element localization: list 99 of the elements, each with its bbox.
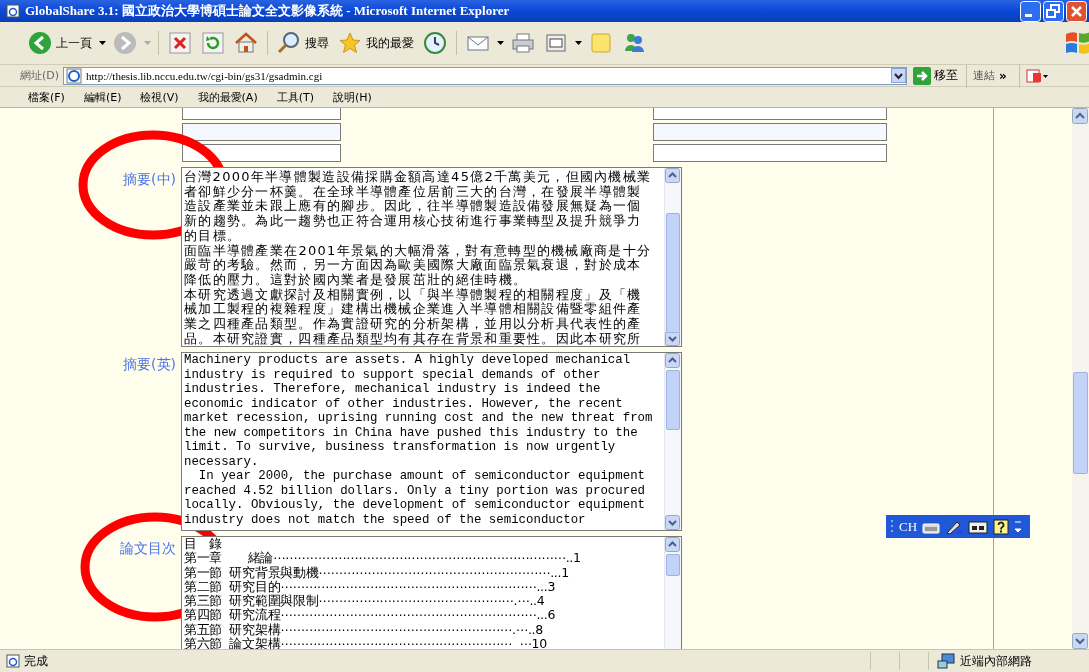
text-line: 面臨半導體產業在2001年景氣的大幅滑落，對有意轉型的機械廠商是十分 bbox=[184, 243, 653, 258]
house-icon bbox=[234, 31, 258, 55]
window-title: GlobalShare 3.1: 國立政治大學博碩士論文全文影像系統 - Microsoft Internet Explorer bbox=[25, 2, 510, 20]
text-line: 降低的壓力。這對於國內業者是發展茁壯的絕佳時機。 bbox=[184, 272, 529, 288]
menu-item[interactable]: 說明(H) bbox=[333, 89, 372, 105]
links-button[interactable]: 連結 bbox=[973, 68, 996, 83]
stop-button[interactable] bbox=[166, 29, 194, 57]
text-area[interactable] bbox=[181, 167, 682, 347]
go-button[interactable]: 移至 bbox=[911, 66, 961, 85]
input-field[interactable] bbox=[182, 144, 341, 162]
scroll-thumb[interactable] bbox=[666, 370, 680, 430]
text-line: 第二節 研究目的⋯⋯⋯⋯⋯⋯⋯⋯⋯⋯⋯⋯⋯⋯⋯⋯⋯⋯⋯⋯⋯...3 bbox=[184, 579, 557, 594]
text-area[interactable] bbox=[181, 536, 682, 649]
printer-icon bbox=[511, 31, 535, 55]
text-line: 械加工製程的複雜程度」建構出機械企業進入半導體相關設備暨零組件產 bbox=[184, 302, 643, 317]
language-bar[interactable]: CH bbox=[886, 515, 1030, 538]
ie-page-icon bbox=[6, 4, 20, 18]
text-line: industries. Therefore, mechanical industry is indeed the bbox=[184, 382, 602, 397]
more-links-button[interactable]: » bbox=[999, 68, 1007, 83]
input-field[interactable] bbox=[653, 144, 887, 162]
text-line: 造設產業並未跟上應有的腳步。因此，往半導體製造設備發展無疑為一個 bbox=[184, 199, 643, 214]
minimize-button[interactable] bbox=[1020, 0, 1041, 22]
dropdown-caret-icon[interactable] bbox=[99, 41, 106, 45]
menu-item[interactable]: 工具(T) bbox=[276, 89, 314, 105]
scroll-thumb[interactable] bbox=[1073, 372, 1088, 474]
people-icon bbox=[622, 31, 646, 55]
menu-item[interactable]: 我的最愛(A) bbox=[197, 89, 258, 105]
note-icon bbox=[589, 31, 613, 55]
text-line: 第三節 研究範圍與限制⋯⋯⋯⋯⋯⋯⋯⋯⋯⋯⋯⋯⋯⋯⋯⋯.⋯..4 bbox=[184, 594, 546, 609]
history-icon bbox=[423, 31, 447, 55]
address-field[interactable]: http://thesis.lib.nccu.edu.tw/cgi-bin/gs31/gsadmin.cgi bbox=[63, 66, 908, 85]
translate-icon[interactable] bbox=[1025, 67, 1048, 84]
ie-page-icon bbox=[66, 67, 83, 84]
text-line: 目 錄 bbox=[184, 537, 224, 551]
text-line: 新的趨勢。為此一趨勢也正符合運用核心技術進行事業轉型及提升競爭力 bbox=[184, 214, 643, 229]
scroll-thumb[interactable] bbox=[666, 554, 680, 576]
text-line: Machinery products are assets. A highly developed mechanical bbox=[184, 353, 632, 368]
field-label: 摘要(中) bbox=[123, 171, 176, 189]
text-line: necessary. bbox=[184, 454, 260, 469]
field-label: 論文目次 bbox=[120, 540, 176, 558]
text-line: 品。本研究證實，四種產品類型均有其存在背景和重要性。因此本研究所 bbox=[184, 331, 643, 346]
dropdown-caret-icon[interactable] bbox=[497, 41, 504, 45]
back-button[interactable]: 上一頁 bbox=[26, 29, 94, 57]
menu-item[interactable]: 檢視(V) bbox=[140, 89, 179, 105]
network-icon bbox=[937, 653, 955, 669]
text-line: 嚴苛的考驗。然而，另一方面因為歐美國際大廠面臨景氣衰退，對於成本 bbox=[184, 258, 643, 273]
refresh-icon bbox=[201, 31, 225, 55]
text-line: 第五節 研究架構⋯⋯⋯⋯⋯⋯⋯⋯⋯⋯⋯⋯⋯⋯⋯⋯⋯⋯⋯.⋯..8 bbox=[184, 622, 544, 637]
menu-item[interactable]: 編輯(E) bbox=[83, 89, 122, 105]
scroll-up-button[interactable] bbox=[665, 168, 680, 183]
help-icon[interactable] bbox=[993, 518, 1010, 535]
text-area[interactable] bbox=[181, 352, 682, 531]
text-line: 第六節 論文架構⋯⋯⋯⋯⋯⋯⋯⋯⋯⋯⋯⋯⋯⋯⋯⋯⋯⋯⋯ ⋯10 bbox=[184, 637, 548, 649]
history-button[interactable] bbox=[421, 29, 449, 57]
star-icon bbox=[338, 31, 362, 55]
dropdown-caret-icon[interactable] bbox=[575, 41, 582, 45]
address-label: 網址(D) bbox=[20, 68, 60, 83]
text-line: economic indicator of other industries. However, the recent bbox=[184, 396, 624, 411]
refresh-button[interactable] bbox=[199, 29, 227, 57]
scroll-up-button[interactable] bbox=[1072, 108, 1088, 124]
scroll-thumb[interactable] bbox=[666, 213, 680, 333]
document-icon bbox=[544, 31, 568, 55]
close-button[interactable] bbox=[1066, 0, 1087, 22]
text-line: limit. To survive, business transformation is now urgently bbox=[184, 440, 617, 455]
text-line: industry does not match the speed of the semiconductor bbox=[184, 512, 587, 527]
menu-item[interactable]: 檔案(F) bbox=[28, 89, 65, 105]
text-line: 第四節 研究流程⋯⋯⋯⋯⋯⋯⋯⋯⋯⋯⋯⋯⋯⋯⋯⋯⋯⋯⋯⋯⋯...6 bbox=[184, 608, 557, 623]
page-done-icon bbox=[6, 654, 20, 668]
text-line: 本研究透過文獻探討及相關實例，以「與半導體製程的相關程度」及「機 bbox=[184, 287, 643, 302]
text-line: 的目標。 bbox=[184, 228, 243, 244]
scroll-down-button[interactable] bbox=[1072, 633, 1088, 649]
text-line: In year 2000, the purchase amount of semiconductor equipment bbox=[197, 469, 646, 484]
status-text: 完成 bbox=[24, 652, 48, 670]
search-icon bbox=[277, 31, 301, 55]
soft-keyboard-icon[interactable] bbox=[968, 518, 989, 535]
stop-icon bbox=[168, 31, 192, 55]
text-line: industry is required to support special demands of other bbox=[184, 367, 602, 382]
text-line: market recession, uprising running cost and the new threat from bbox=[184, 411, 654, 426]
language-indicator[interactable]: CH bbox=[899, 518, 918, 535]
text-line: the new competitors in China have pushed this industry to the bbox=[184, 425, 639, 440]
scroll-up-button[interactable] bbox=[665, 353, 680, 368]
field-label: 摘要(英) bbox=[123, 356, 176, 374]
search-button[interactable]: 搜尋 bbox=[275, 29, 331, 57]
options-icon[interactable] bbox=[1014, 519, 1023, 534]
text-line: reached 4.52 billion dollars. Only a tiny portion was procured bbox=[184, 483, 646, 498]
scroll-down-button[interactable] bbox=[665, 515, 680, 530]
text-line: 台灣2000年半導體製造設備採購金額高達45億2千萬美元，但國內機械業 bbox=[184, 170, 653, 185]
security-zone: 近端內部網路 bbox=[960, 652, 1032, 670]
input-field[interactable] bbox=[653, 123, 887, 141]
input-field[interactable] bbox=[182, 123, 341, 141]
text-line: locally. Obviously, the development of semiconductor equipment bbox=[184, 498, 646, 513]
favorites-button[interactable]: 我的最愛 bbox=[336, 29, 416, 57]
text-line: 第一節 研究背景與動機⋯⋯⋯⋯⋯⋯⋯⋯⋯⋯⋯⋯⋯⋯⋯⋯⋯⋯⋯...1 bbox=[184, 565, 570, 580]
text-line: 業之四種產品類型。作為實證研究的分析架構，並用以分析具代表性的產 bbox=[184, 317, 643, 332]
text-line: 第一章 緒論⋯⋯⋯⋯⋯⋯⋯⋯⋯⋯⋯⋯⋯⋯⋯⋯⋯⋯⋯⋯⋯⋯⋯⋯..1 bbox=[184, 551, 582, 566]
dropdown-caret-icon[interactable] bbox=[891, 68, 907, 83]
scroll-up-button[interactable] bbox=[665, 537, 680, 552]
text-line: 者卻鮮少分一杯羹。在全球半導體產位居前三大的台灣，在發展半導體製 bbox=[184, 184, 643, 199]
restore-button[interactable] bbox=[1043, 0, 1064, 22]
